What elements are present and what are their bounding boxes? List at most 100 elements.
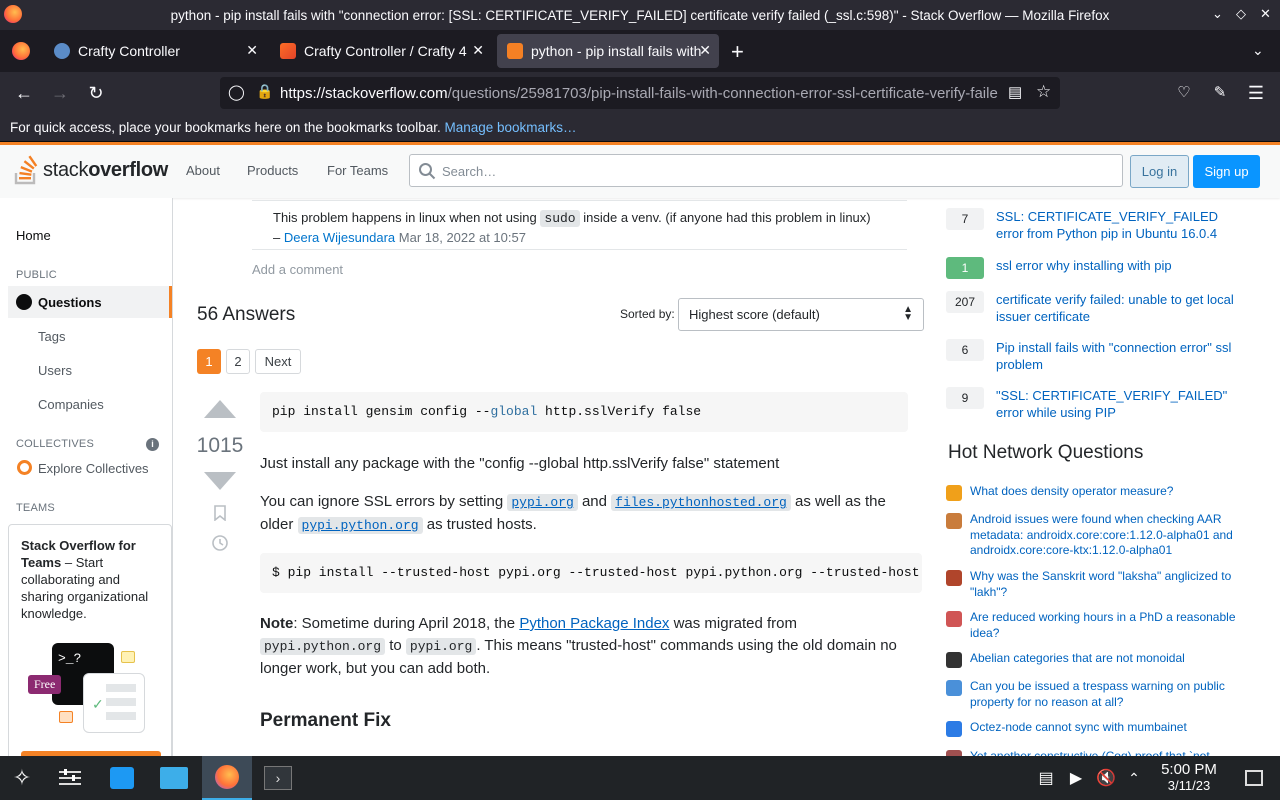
page-1-button[interactable]: 1 — [197, 349, 221, 374]
discover-icon[interactable] — [106, 762, 138, 794]
comment-author-link[interactable]: Deera Wijesundara — [284, 230, 395, 245]
clipboard-icon[interactable]: ▤ — [1030, 762, 1062, 794]
nav-tags[interactable]: Tags — [38, 329, 65, 344]
system-settings-icon[interactable] — [54, 762, 86, 794]
maximize-icon[interactable]: ◇ — [1236, 6, 1246, 22]
products-link[interactable]: Products — [247, 163, 298, 178]
comment-date[interactable]: Mar 18, 2022 at 10:57 — [399, 230, 526, 245]
main-content: This problem happens in linux when not u… — [174, 198, 934, 756]
linked-question-link[interactable]: Pip install fails with "connection error… — [996, 339, 1236, 373]
nav-home[interactable]: Home — [16, 228, 51, 243]
close-tab-icon[interactable]: ✕ — [699, 42, 711, 59]
list-tabs-icon[interactable]: ⌄ — [1252, 42, 1264, 59]
lock-icon[interactable]: 🔒 — [256, 83, 273, 100]
hot-question[interactable]: Are reduced working hours in a PhD a rea… — [946, 610, 1242, 641]
tab-crafty-controller[interactable]: Crafty Controller ✕ — [44, 34, 266, 68]
tab-stackoverflow[interactable]: python - pip install fails with ✕ — [497, 34, 719, 68]
firefox-taskbar-icon[interactable] — [202, 756, 252, 800]
forward-icon[interactable]: → — [48, 82, 72, 104]
hot-question-link[interactable]: Octez-node cannot sync with mumbainet — [970, 720, 1242, 737]
bookmark-star-icon[interactable]: ☆ — [1036, 82, 1051, 102]
app-launcher-icon[interactable]: ✧ — [6, 762, 38, 794]
nav-users[interactable]: Users — [38, 363, 72, 378]
signup-button[interactable]: Sign up — [1193, 155, 1260, 188]
window-titlebar: python - pip install fails with "connect… — [0, 0, 1280, 30]
pocket-icon[interactable]: ♡ — [1172, 82, 1196, 104]
expand-tray-icon[interactable]: ⌃ — [1118, 762, 1150, 794]
nav-teams-heading: TEAMS — [16, 502, 55, 514]
hot-question-link[interactable]: Abelian categories that are not monoidal — [970, 651, 1242, 668]
linked-question-score: 9 — [946, 387, 984, 409]
reader-view-icon[interactable]: ▤ — [1008, 83, 1022, 101]
hot-question[interactable]: Can you be issued a trespass warning on … — [946, 679, 1242, 710]
tab-label: Crafty Controller — [78, 43, 180, 59]
reload-icon[interactable]: ↻ — [84, 82, 108, 104]
close-tab-icon[interactable]: ✕ — [246, 42, 258, 59]
url-bar[interactable]: ◯ 🔒 https://stackoverflow.com/questions/… — [220, 77, 1060, 109]
firefox-view-icon[interactable] — [12, 42, 30, 60]
hot-question-link[interactable]: Can you be issued a trespass warning on … — [970, 679, 1242, 710]
show-desktop-icon[interactable] — [1238, 762, 1270, 794]
close-tab-icon[interactable]: ✕ — [472, 42, 484, 59]
linked-question-score: 207 — [946, 291, 984, 313]
upvote-icon[interactable] — [204, 400, 236, 418]
hot-question[interactable]: What does density operator measure? — [946, 484, 1242, 501]
downvote-icon[interactable] — [204, 472, 236, 490]
minimize-icon[interactable]: ⌄ — [1212, 6, 1223, 22]
tab-crafty-gitlab[interactable]: Crafty Controller / Crafty 4 ✕ — [270, 34, 492, 68]
next-page-button[interactable]: Next — [255, 349, 301, 374]
linked-question-link[interactable]: ssl error why installing with pip — [996, 257, 1236, 279]
so-header: stackoverflow About Products For Teams S… — [0, 142, 1280, 198]
for-teams-link[interactable]: For Teams — [327, 163, 388, 178]
info-icon[interactable]: i — [146, 438, 159, 451]
hot-question-link[interactable]: Yet another constructive (Coq) proof tha… — [970, 749, 1242, 756]
clock[interactable]: 5:00 PM 3/11/23 — [1156, 762, 1222, 794]
hot-question-link[interactable]: Are reduced working hours in a PhD a rea… — [970, 610, 1242, 641]
so-logo[interactable]: stackoverflow — [14, 155, 168, 185]
extensions-icon[interactable]: ✎ — [1208, 82, 1232, 104]
page-2-button[interactable]: 2 — [226, 349, 250, 374]
linked-question[interactable]: 207 certificate verify failed: unable to … — [946, 291, 1236, 325]
linked-question[interactable]: 6 Pip install fails with "connection erro… — [946, 339, 1236, 373]
nav-questions[interactable]: Questions — [8, 286, 172, 318]
hot-question[interactable]: Octez-node cannot sync with mumbainet — [946, 720, 1242, 737]
history-icon[interactable] — [211, 534, 229, 552]
search-input[interactable]: Search… — [409, 154, 1123, 187]
comment-text: This problem happens in linux when not u… — [273, 210, 537, 225]
hot-question-link[interactable]: Why was the Sanskrit word "laksha" angli… — [970, 569, 1242, 600]
shield-icon[interactable]: ◯ — [228, 83, 245, 101]
hot-question[interactable]: Abelian categories that are not monoidal — [946, 651, 1242, 668]
url-text[interactable]: https://stackoverflow.com/questions/2598… — [280, 85, 998, 102]
new-tab-button[interactable]: + — [731, 39, 744, 65]
nav-explore-collectives[interactable]: Explore Collectives — [38, 461, 149, 476]
linked-question[interactable]: 7 SSL: CERTIFICATE_VERIFY_FAILED error fr… — [946, 208, 1236, 242]
about-link[interactable]: About — [186, 163, 220, 178]
add-comment-link[interactable]: Add a comment — [252, 262, 343, 277]
manage-bookmarks-link[interactable]: Manage bookmarks… — [444, 120, 576, 135]
bookmark-icon[interactable] — [214, 505, 226, 521]
sort-select[interactable]: Highest score (default) ▲ ▼ — [678, 298, 924, 331]
hot-question[interactable]: Why was the Sanskrit word "laksha" angli… — [946, 569, 1242, 600]
close-window-icon[interactable]: ✕ — [1260, 6, 1271, 22]
hot-question[interactable]: Yet another constructive (Coq) proof tha… — [946, 749, 1242, 756]
linked-question-link[interactable]: certificate verify failed: unable to get… — [996, 291, 1236, 325]
menu-icon[interactable]: ☰ — [1244, 82, 1268, 104]
media-player-icon[interactable]: ▶ — [1060, 762, 1092, 794]
login-button[interactable]: Log in — [1130, 155, 1189, 188]
files-pythonhosted-link[interactable]: files.pythonhosted.org — [611, 494, 791, 511]
linked-question-link[interactable]: SSL: CERTIFICATE_VERIFY_FAILED error fro… — [996, 208, 1236, 242]
python-package-index-link[interactable]: Python Package Index — [519, 615, 669, 632]
nav-companies[interactable]: Companies — [38, 397, 104, 412]
hot-question-link[interactable]: Android issues were found when checking … — [970, 512, 1242, 559]
hot-question[interactable]: Android issues were found when checking … — [946, 512, 1242, 559]
site-icon — [946, 680, 962, 696]
hot-question-link[interactable]: What does density operator measure? — [970, 484, 1242, 501]
konsole-icon[interactable]: › — [262, 762, 294, 794]
back-icon[interactable]: ← — [12, 82, 36, 104]
linked-question[interactable]: 1 ssl error why installing with pip — [946, 257, 1236, 279]
linked-question-link[interactable]: "SSL: CERTIFICATE_VERIFY_FAILED" error w… — [996, 387, 1236, 421]
linked-question[interactable]: 9 "SSL: CERTIFICATE_VERIFY_FAILED" error … — [946, 387, 1236, 421]
file-manager-icon[interactable] — [158, 762, 190, 794]
pypi-python-org-link[interactable]: pypi.python.org — [297, 517, 423, 534]
pypi-org-link[interactable]: pypi.org — [507, 494, 578, 511]
